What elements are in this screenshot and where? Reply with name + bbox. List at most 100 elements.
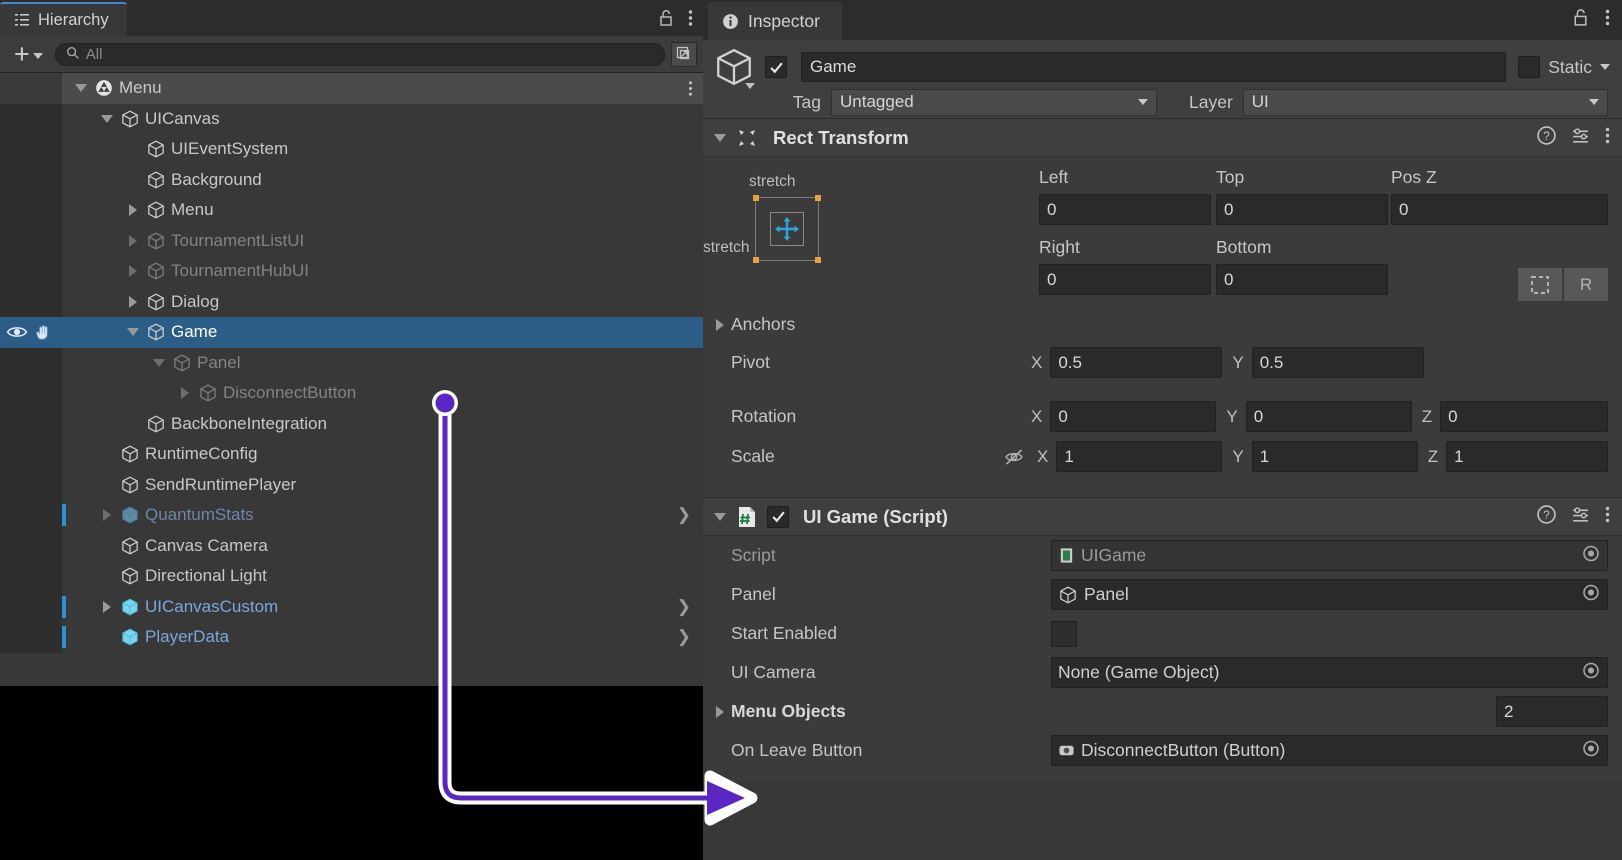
tag-dropdown[interactable]: Untagged [831, 89, 1157, 116]
chevron-right-icon[interactable] [176, 387, 194, 399]
raw-edit-mode-button[interactable]: R [1564, 268, 1608, 301]
scale-z-value: 1 [1454, 447, 1463, 467]
kebab-menu-icon[interactable] [1605, 505, 1610, 529]
top-input[interactable]: 0 [1216, 194, 1388, 225]
object-picker-icon[interactable] [1582, 739, 1600, 762]
ui-game-foldout[interactable] [711, 513, 729, 521]
chevron-right-icon[interactable] [711, 706, 729, 718]
object-field-value: None (Game Object) [1058, 662, 1219, 683]
object-field[interactable]: Panel [1051, 579, 1608, 610]
object-picker-icon[interactable] [1582, 583, 1600, 606]
hierarchy-row-menu[interactable]: Menu [0, 195, 703, 226]
object-picker-icon[interactable] [1582, 661, 1600, 684]
kebab-menu-icon[interactable] [1605, 8, 1610, 32]
hierarchy-tree[interactable]: Menu UICanvas UIEventSystem Background M… [0, 73, 703, 685]
preset-icon[interactable] [1571, 126, 1590, 150]
top-value: 0 [1224, 200, 1233, 220]
object-field[interactable]: UIGame [1051, 540, 1608, 571]
scale-y-input[interactable]: 1 [1252, 441, 1418, 472]
prefab-open-chevron-right-icon[interactable]: ❯ [677, 500, 691, 531]
chevron-right-icon[interactable] [98, 601, 116, 613]
hand-icon[interactable] [34, 323, 53, 342]
hierarchy-row-game[interactable]: Game [0, 317, 703, 348]
add-gameobject-button[interactable]: + [8, 44, 49, 64]
pivot-x-input[interactable]: 0.5 [1050, 347, 1222, 378]
scale-x-input[interactable]: 1 [1056, 441, 1222, 472]
anchors-foldout[interactable] [711, 319, 729, 331]
component-header-ui-game-script[interactable]: UI Game (Script) ? [703, 497, 1622, 536]
chevron-right-icon[interactable] [124, 204, 142, 216]
object-field[interactable]: DisconnectButton (Button) [1051, 735, 1608, 766]
left-input[interactable]: 0 [1039, 194, 1211, 225]
tab-hierarchy[interactable]: Hierarchy [0, 2, 127, 36]
kebab-menu-icon[interactable] [688, 9, 693, 27]
property-checkbox[interactable] [1051, 621, 1077, 647]
blueprint-mode-icon[interactable] [1518, 268, 1562, 301]
component-header-rect-transform[interactable]: Rect Transform ? [703, 118, 1622, 157]
hierarchy-row-uieventsystem[interactable]: UIEventSystem [0, 134, 703, 165]
rotation-label: Rotation [731, 406, 1031, 427]
chevron-down-icon[interactable] [150, 359, 168, 367]
hierarchy-row-backboneintegration[interactable]: BackboneIntegration [0, 409, 703, 440]
chevron-down-icon[interactable] [98, 115, 116, 123]
hierarchy-row-dialog[interactable]: Dialog [0, 287, 703, 318]
eye-icon[interactable] [6, 324, 28, 340]
plus-icon: + [14, 44, 30, 64]
gameobject-name-input[interactable]: Game [801, 52, 1506, 82]
chevron-right-icon[interactable] [98, 509, 116, 521]
help-icon[interactable]: ? [1537, 505, 1556, 529]
constrain-proportions-off-icon[interactable] [1003, 446, 1025, 468]
pivot-y-input[interactable]: 0.5 [1252, 347, 1424, 378]
array-size-input[interactable]: 2 [1496, 696, 1608, 727]
chevron-right-icon[interactable] [124, 265, 142, 277]
lock-open-icon[interactable] [1572, 8, 1589, 32]
chevron-down-icon[interactable] [124, 328, 142, 336]
kebab-menu-icon[interactable] [1605, 126, 1610, 150]
hierarchy-row-gutter [0, 409, 62, 440]
hierarchy-row-directional-light[interactable]: Directional Light [0, 561, 703, 592]
chevron-down-icon[interactable] [72, 84, 90, 92]
search-placeholder: All [86, 46, 103, 63]
hierarchy-row-menu[interactable]: Menu [0, 73, 703, 104]
hierarchy-row-tournamentlistui[interactable]: TournamentListUI [0, 226, 703, 257]
hierarchy-row-sendruntimeplayer[interactable]: SendRuntimePlayer [0, 470, 703, 501]
chevron-right-icon[interactable] [124, 296, 142, 308]
prefab-open-chevron-right-icon[interactable]: ❯ [677, 622, 691, 653]
search-input[interactable]: All [55, 43, 665, 66]
rotation-x-input[interactable]: 0 [1050, 401, 1216, 432]
object-field[interactable]: None (Game Object) [1051, 657, 1608, 688]
tab-inspector[interactable]: Inspector [708, 2, 842, 40]
help-icon[interactable]: ? [1537, 126, 1556, 150]
posz-input[interactable]: 0 [1391, 194, 1608, 225]
rect-transform-foldout[interactable] [711, 134, 729, 142]
prefab-open-chevron-right-icon[interactable]: ❯ [677, 592, 691, 623]
bottom-input[interactable]: 0 [1216, 264, 1388, 295]
rotation-z-input[interactable]: 0 [1440, 401, 1608, 432]
gameobject-enabled-checkbox[interactable] [765, 56, 787, 78]
hierarchy-row-uicanvas[interactable]: UICanvas [0, 104, 703, 135]
lock-open-icon[interactable] [658, 9, 674, 27]
object-picker-icon[interactable] [1582, 544, 1600, 567]
hierarchy-row-quantumstats[interactable]: QuantumStats❯ [0, 500, 703, 531]
rotation-y-input[interactable]: 0 [1246, 401, 1412, 432]
hierarchy-row-uicanvascustom[interactable]: UICanvasCustom❯ [0, 592, 703, 623]
anchor-preset-widget[interactable]: stretch stretch [719, 173, 837, 295]
hierarchy-row-panel[interactable]: Panel [0, 348, 703, 379]
preset-icon[interactable] [1571, 505, 1590, 529]
scale-z-input[interactable]: 1 [1446, 441, 1608, 472]
layer-dropdown[interactable]: UI [1243, 89, 1608, 116]
hierarchy-row-disconnectbutton[interactable]: DisconnectButton [0, 378, 703, 409]
right-input[interactable]: 0 [1039, 264, 1211, 295]
static-dropdown-chevron-down-icon[interactable] [1600, 64, 1610, 70]
hierarchy-row-tournamenthubui[interactable]: TournamentHubUI [0, 256, 703, 287]
hierarchy-row-canvas-camera[interactable]: Canvas Camera [0, 531, 703, 562]
ui-game-enabled-checkbox[interactable] [767, 506, 789, 528]
hierarchy-row-runtimeconfig[interactable]: RuntimeConfig [0, 439, 703, 470]
kebab-menu-icon[interactable] [688, 73, 693, 104]
rotation-y-axis-label: Y [1226, 407, 1237, 427]
static-checkbox[interactable] [1518, 56, 1540, 78]
expand-window-icon[interactable] [671, 42, 697, 67]
chevron-right-icon[interactable] [124, 235, 142, 247]
hierarchy-row-playerdata[interactable]: PlayerData❯ [0, 622, 703, 653]
hierarchy-row-background[interactable]: Background [0, 165, 703, 196]
